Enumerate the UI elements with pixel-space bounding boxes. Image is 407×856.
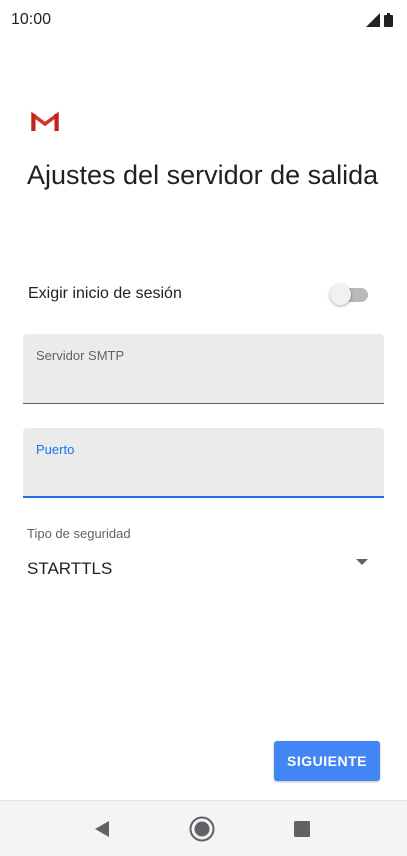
- smtp-server-input[interactable]: [36, 370, 366, 394]
- require-login-label: Exigir inicio de sesión: [28, 285, 182, 302]
- require-login-toggle[interactable]: [330, 284, 368, 305]
- port-input[interactable]: [36, 464, 366, 488]
- port-field[interactable]: Puerto: [23, 428, 384, 498]
- dropdown-arrow-icon: [356, 559, 368, 565]
- status-icons: [366, 12, 393, 28]
- security-type-value: STARTTLS: [27, 559, 113, 578]
- page-title: Ajustes del servidor de salida: [27, 160, 379, 190]
- security-type-label: Tipo de seguridad: [27, 526, 131, 541]
- toggle-thumb: [330, 284, 351, 305]
- screen: 10:00 Ajustes del servidor de salida Exi…: [0, 0, 407, 856]
- back-icon[interactable]: [92, 819, 112, 839]
- security-type-select[interactable]: STARTTLS: [23, 548, 384, 588]
- smtp-server-label: Servidor SMTP: [36, 348, 125, 363]
- gmail-logo-icon: [31, 111, 59, 131]
- navigation-bar: [0, 800, 407, 856]
- recents-icon[interactable]: [294, 821, 310, 837]
- battery-icon: [384, 13, 393, 27]
- home-icon[interactable]: [188, 815, 216, 843]
- status-bar: 10:00: [0, 0, 407, 40]
- signal-icon: [366, 13, 380, 27]
- smtp-server-field[interactable]: Servidor SMTP: [23, 334, 384, 404]
- port-label: Puerto: [36, 442, 75, 457]
- status-time: 10:00: [11, 11, 52, 28]
- next-button[interactable]: SIGUIENTE: [274, 741, 380, 781]
